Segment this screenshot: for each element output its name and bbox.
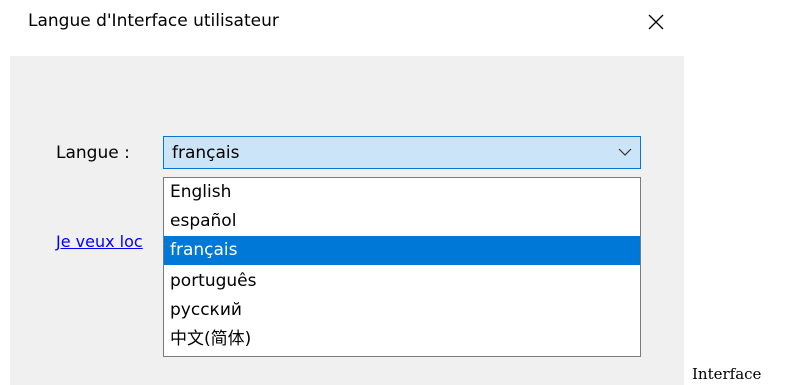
chevron-down-icon (618, 148, 632, 156)
dialog-title: Langue d'Interface utilisateur (28, 11, 279, 31)
help-link[interactable]: Je veux loc (56, 232, 143, 252)
language-label: Langue : (56, 143, 130, 163)
language-select-value: français (172, 143, 240, 163)
close-button[interactable] (642, 8, 670, 36)
language-option-chinese[interactable]: 中文(简体) (164, 325, 640, 354)
language-option-russian[interactable]: русский (164, 296, 640, 325)
close-icon (648, 14, 664, 30)
language-option-french[interactable]: français (164, 236, 640, 265)
language-dialog: Langue d'Interface utilisateur Langue : … (0, 0, 700, 385)
language-dropdown-list: English español français português русск… (163, 177, 641, 357)
background-window-text: Interface (692, 365, 762, 383)
language-select[interactable]: français (163, 136, 641, 169)
language-option-spanish[interactable]: español (164, 207, 640, 236)
language-option-english[interactable]: English (164, 178, 640, 207)
language-option-portuguese[interactable]: português (164, 267, 640, 296)
